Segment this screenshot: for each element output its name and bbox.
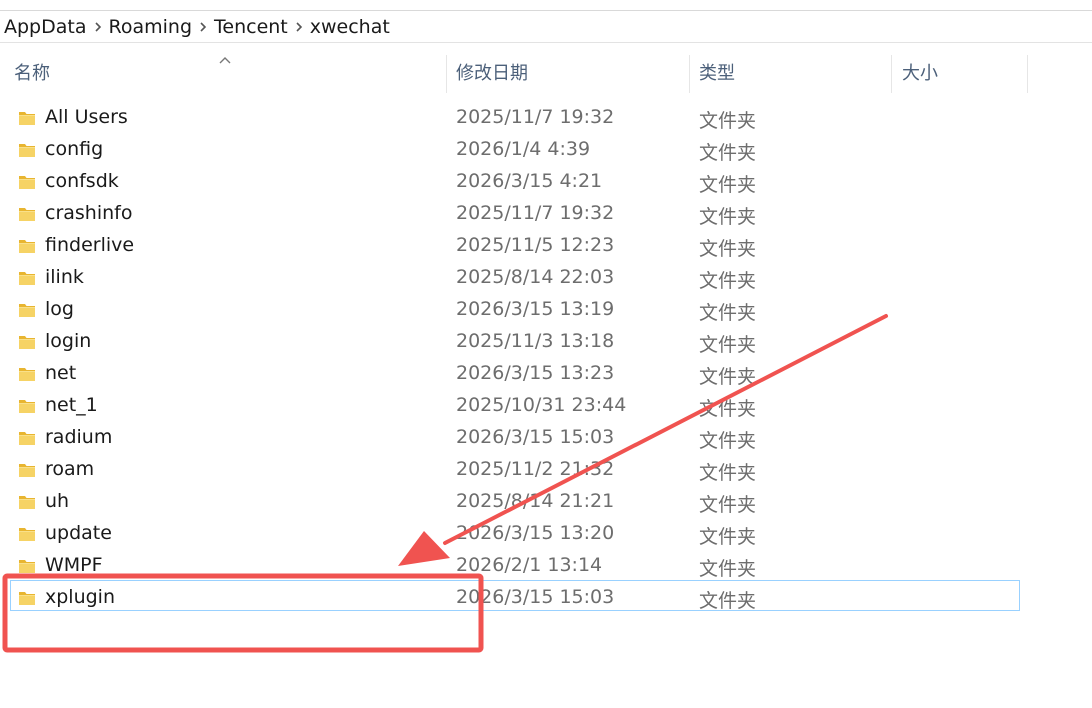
file-name[interactable]: log	[45, 298, 74, 320]
file-name[interactable]: net	[45, 362, 76, 384]
file-date: 2026/3/15 13:23	[456, 362, 615, 384]
file-row[interactable]: login 2025/11/3 13:18 文件夹	[0, 326, 1030, 358]
file-name[interactable]: uh	[45, 490, 69, 512]
file-type: 文件夹	[699, 590, 757, 612]
folder-icon	[18, 109, 36, 127]
column-divider[interactable]	[1027, 55, 1028, 93]
folder-icon	[18, 205, 36, 223]
file-row[interactable]: uh 2025/8/14 21:21 文件夹	[0, 486, 1030, 518]
file-type: 文件夹	[699, 398, 757, 420]
file-row[interactable]: radium 2026/3/15 15:03 文件夹	[0, 422, 1030, 454]
file-date: 2025/8/14 22:03	[456, 266, 615, 288]
file-date: 2025/11/2 21:32	[456, 458, 615, 480]
sort-up-icon	[218, 49, 232, 70]
file-date: 2025/11/7 19:32	[456, 202, 615, 224]
file-row[interactable]: log 2026/3/15 13:19 文件夹	[0, 294, 1030, 326]
file-row[interactable]: finderlive 2025/11/5 12:23 文件夹	[0, 230, 1030, 262]
file-name[interactable]: finderlive	[45, 234, 134, 256]
chevron-right-icon[interactable]	[192, 16, 214, 38]
column-header-type[interactable]: 类型	[699, 55, 735, 93]
breadcrumb-item-roaming[interactable]: Roaming	[109, 16, 193, 38]
file-row[interactable]: net 2026/3/15 13:23 文件夹	[0, 358, 1030, 390]
folder-icon	[18, 589, 36, 607]
window-top-edge	[0, 0, 1092, 11]
file-name[interactable]: xplugin	[45, 586, 115, 608]
file-name[interactable]: config	[45, 138, 103, 160]
file-name[interactable]: confsdk	[45, 170, 119, 192]
file-date: 2026/2/1 13:14	[456, 554, 603, 576]
chevron-right-icon[interactable]	[87, 16, 109, 38]
file-row[interactable]: net_1 2025/10/31 23:44 文件夹	[0, 390, 1030, 422]
file-name[interactable]: WMPF	[45, 554, 103, 576]
file-row[interactable]: update 2026/3/15 13:20 文件夹	[0, 518, 1030, 550]
column-divider[interactable]	[689, 55, 690, 93]
breadcrumb-item-xwechat[interactable]: xwechat	[310, 16, 390, 38]
file-row[interactable]: crashinfo 2025/11/7 19:32 文件夹	[0, 198, 1030, 230]
folder-icon	[18, 429, 36, 447]
breadcrumb-item-tencent[interactable]: Tencent	[214, 16, 288, 38]
file-name[interactable]: net_1	[45, 394, 98, 416]
column-header-size[interactable]: 大小	[902, 55, 938, 93]
file-type: 文件夹	[699, 526, 757, 548]
file-type: 文件夹	[699, 366, 757, 388]
file-name[interactable]: login	[45, 330, 91, 352]
file-row[interactable]: config 2026/1/4 4:39 文件夹	[0, 134, 1030, 166]
breadcrumb-item-appdata[interactable]: AppData	[4, 16, 87, 38]
file-date: 2025/11/5 12:23	[456, 234, 615, 256]
file-date: 2026/3/15 13:20	[456, 522, 615, 544]
file-date: 2025/11/3 13:18	[456, 330, 615, 352]
column-header-date[interactable]: 修改日期	[456, 55, 528, 93]
file-row[interactable]: All Users 2025/11/7 19:32 文件夹	[0, 102, 1030, 134]
folder-icon	[18, 237, 36, 255]
file-date: 2026/3/15 15:03	[456, 426, 615, 448]
column-header-name[interactable]: 名称	[14, 55, 50, 93]
folder-icon	[18, 333, 36, 351]
chevron-right-icon[interactable]	[288, 16, 310, 38]
file-type: 文件夹	[699, 142, 757, 164]
file-date: 2025/11/7 19:32	[456, 106, 615, 128]
file-row[interactable]: ilink 2025/8/14 22:03 文件夹	[0, 262, 1030, 294]
folder-icon	[18, 493, 36, 511]
file-type: 文件夹	[699, 430, 757, 452]
file-date: 2026/3/15 13:19	[456, 298, 615, 320]
folder-icon	[18, 365, 36, 383]
folder-icon	[18, 173, 36, 191]
file-name[interactable]: ilink	[45, 266, 84, 288]
file-name[interactable]: radium	[45, 426, 112, 448]
file-type: 文件夹	[699, 334, 757, 356]
file-type: 文件夹	[699, 110, 757, 132]
file-type: 文件夹	[699, 462, 757, 484]
file-name[interactable]: crashinfo	[45, 202, 132, 224]
column-header-row: 名称 修改日期 类型 大小	[0, 55, 1030, 93]
file-date: 2026/1/4 4:39	[456, 138, 591, 160]
column-divider[interactable]	[446, 55, 447, 93]
folder-icon	[18, 461, 36, 479]
file-date: 2025/10/31 23:44	[456, 394, 627, 416]
file-type: 文件夹	[699, 302, 757, 324]
folder-icon	[18, 525, 36, 543]
breadcrumb: AppData Roaming Tencent xwechat	[0, 11, 1092, 43]
file-row[interactable]: roam 2025/11/2 21:32 文件夹	[0, 454, 1030, 486]
file-type: 文件夹	[699, 558, 757, 580]
column-divider[interactable]	[891, 55, 892, 93]
file-type: 文件夹	[699, 270, 757, 292]
file-type: 文件夹	[699, 494, 757, 516]
file-row[interactable]: xplugin 2026/3/15 15:03 文件夹	[0, 580, 1030, 614]
folder-icon	[18, 301, 36, 319]
file-type: 文件夹	[699, 238, 757, 260]
file-type: 文件夹	[699, 206, 757, 228]
file-type: 文件夹	[699, 174, 757, 196]
file-name[interactable]: roam	[45, 458, 94, 480]
file-name[interactable]: All Users	[45, 106, 128, 128]
file-row[interactable]: WMPF 2026/2/1 13:14 文件夹	[0, 550, 1030, 582]
file-date: 2025/8/14 21:21	[456, 490, 615, 512]
file-date: 2026/3/15 15:03	[456, 586, 615, 608]
folder-icon	[18, 269, 36, 287]
folder-icon	[18, 141, 36, 159]
file-row[interactable]: confsdk 2026/3/15 4:21 文件夹	[0, 166, 1030, 198]
file-name[interactable]: update	[45, 522, 112, 544]
folder-icon	[18, 397, 36, 415]
file-date: 2026/3/15 4:21	[456, 170, 603, 192]
folder-icon	[18, 557, 36, 575]
